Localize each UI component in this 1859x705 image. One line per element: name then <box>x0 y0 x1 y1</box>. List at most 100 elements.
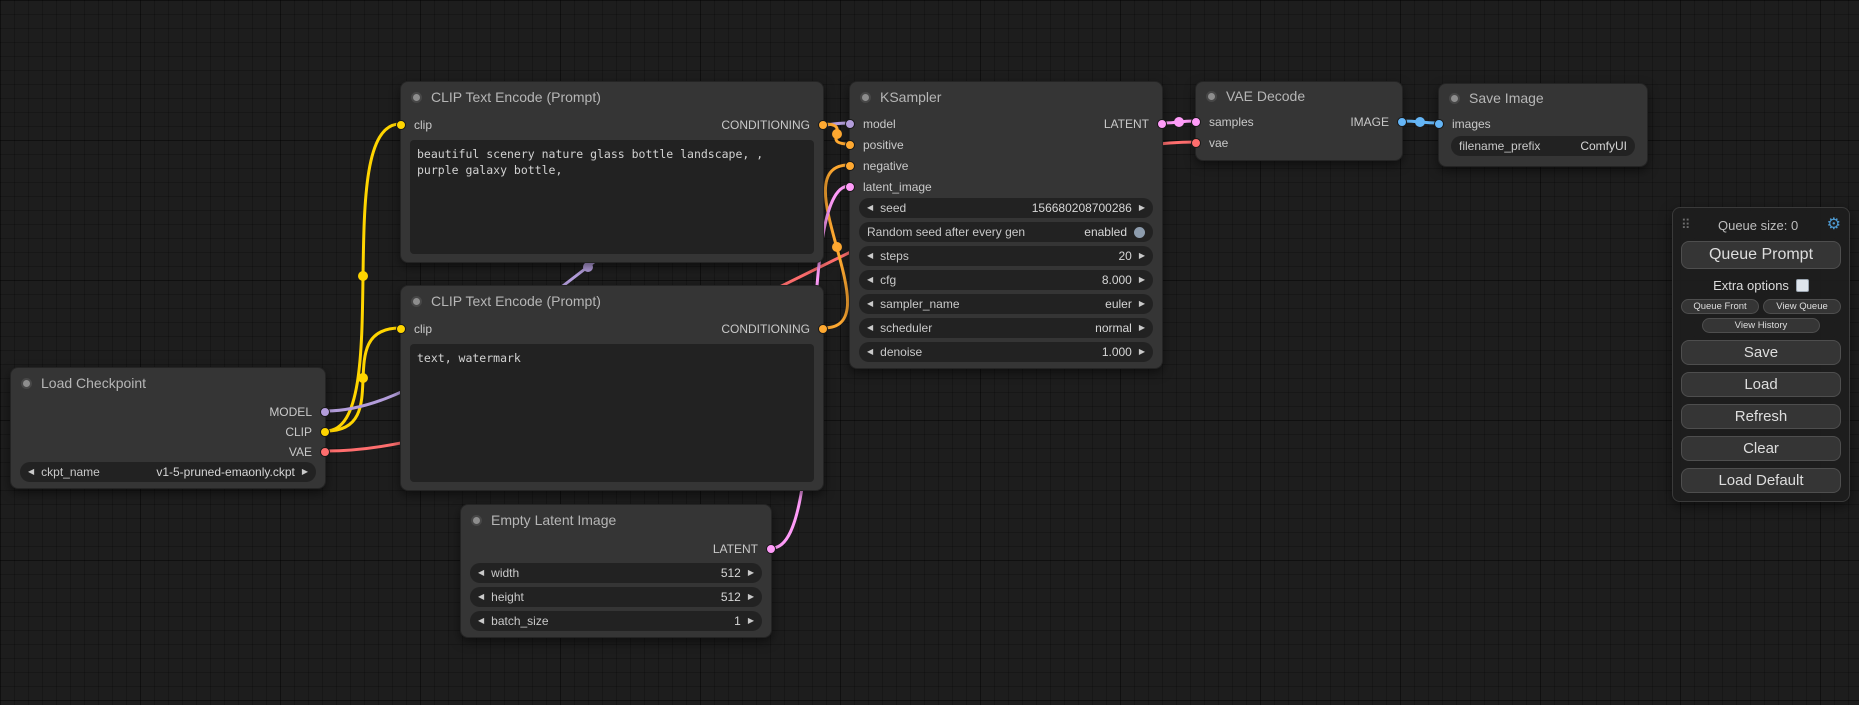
increment-arrow-icon[interactable]: ▶ <box>1139 348 1145 356</box>
node-save-image[interactable]: Save Image images filename_prefix ComfyU… <box>1438 83 1648 167</box>
node-ksampler[interactable]: KSampler model positive negative latent_… <box>849 81 1163 369</box>
ckpt-name-widget[interactable]: ◀ ckpt_name v1-5-pruned-emaonly.ckpt ▶ <box>20 462 316 482</box>
toggle-knob-icon[interactable] <box>1134 227 1145 238</box>
view-queue-button[interactable]: View Queue <box>1763 299 1841 314</box>
decrement-arrow-icon[interactable]: ◀ <box>28 468 34 476</box>
clip-input-port[interactable] <box>396 324 406 334</box>
image-output-port[interactable] <box>1397 117 1407 127</box>
queue-front-button[interactable]: Queue Front <box>1681 299 1759 314</box>
node-title-bar[interactable]: Empty Latent Image <box>461 505 771 535</box>
seed-widget[interactable]: ◀ seed 156680208700286 ▶ <box>859 198 1153 218</box>
decrement-arrow-icon[interactable]: ◀ <box>478 593 484 601</box>
negative-input-port[interactable] <box>845 161 855 171</box>
node-empty-latent-image[interactable]: Empty Latent Image LATENT ◀ width 512 ▶ … <box>460 504 772 638</box>
cfg-widget[interactable]: ◀ cfg 8.000 ▶ <box>859 270 1153 290</box>
node-title-bar[interactable]: VAE Decode <box>1196 82 1402 110</box>
decrement-arrow-icon[interactable]: ◀ <box>867 276 873 284</box>
node-title-bar[interactable]: Load Checkpoint <box>11 368 325 398</box>
collapse-dot-icon[interactable] <box>411 296 422 307</box>
view-history-button[interactable]: View History <box>1702 318 1820 333</box>
increment-arrow-icon[interactable]: ▶ <box>748 569 754 577</box>
latent-output-port[interactable] <box>766 544 776 554</box>
increment-arrow-icon[interactable]: ▶ <box>748 593 754 601</box>
conditioning-output-port[interactable] <box>818 120 828 130</box>
model-input-port[interactable] <box>845 119 855 129</box>
latent-output-port[interactable] <box>1157 119 1167 129</box>
increment-arrow-icon[interactable]: ▶ <box>1139 324 1145 332</box>
decrement-arrow-icon[interactable]: ◀ <box>867 204 873 212</box>
decrement-arrow-icon[interactable]: ◀ <box>867 324 873 332</box>
widget-name: filename_prefix <box>1459 139 1540 153</box>
increment-arrow-icon[interactable]: ▶ <box>1139 300 1145 308</box>
collapse-dot-icon[interactable] <box>1206 91 1217 102</box>
model-output-label: MODEL <box>269 405 312 419</box>
random-seed-toggle-widget[interactable]: Random seed after every gen enabled <box>859 222 1153 242</box>
samples-input-port[interactable] <box>1191 117 1201 127</box>
node-title: Save Image <box>1469 90 1544 106</box>
batch-size-widget[interactable]: ◀ batch_size 1 ▶ <box>470 611 762 631</box>
collapse-dot-icon[interactable] <box>1449 93 1460 104</box>
sampler-name-widget[interactable]: ◀ sampler_name euler ▶ <box>859 294 1153 314</box>
clip-input-label: clip <box>414 118 432 132</box>
decrement-arrow-icon[interactable]: ◀ <box>478 569 484 577</box>
clip-input-port[interactable] <box>396 120 406 130</box>
extra-options-checkbox[interactable] <box>1796 279 1809 292</box>
node-vae-decode[interactable]: VAE Decode samples vae IMAGE <box>1195 81 1403 161</box>
scheduler-widget[interactable]: ◀ scheduler normal ▶ <box>859 318 1153 338</box>
decrement-arrow-icon[interactable]: ◀ <box>867 348 873 356</box>
load-button[interactable]: Load <box>1681 372 1841 397</box>
widget-value: normal <box>939 321 1132 335</box>
increment-arrow-icon[interactable]: ▶ <box>1139 252 1145 260</box>
node-title-bar[interactable]: CLIP Text Encode (Prompt) <box>401 286 823 316</box>
queue-prompt-button[interactable]: Queue Prompt <box>1681 241 1841 269</box>
link-midpoint-dot <box>1415 117 1425 127</box>
node-title-bar[interactable]: KSampler <box>850 82 1162 112</box>
vae-input-port[interactable] <box>1191 138 1201 148</box>
node-clip-text-encode-positive[interactable]: CLIP Text Encode (Prompt) clip CONDITION… <box>400 81 824 263</box>
increment-arrow-icon[interactable]: ▶ <box>1139 276 1145 284</box>
save-button[interactable]: Save <box>1681 340 1841 365</box>
decrement-arrow-icon[interactable]: ◀ <box>478 617 484 625</box>
decrement-arrow-icon[interactable]: ◀ <box>867 252 873 260</box>
positive-input-port[interactable] <box>845 140 855 150</box>
node-clip-text-encode-negative[interactable]: CLIP Text Encode (Prompt) clip CONDITION… <box>400 285 824 491</box>
load-default-button[interactable]: Load Default <box>1681 468 1841 493</box>
collapse-dot-icon[interactable] <box>411 92 422 103</box>
widget-name: seed <box>880 201 906 215</box>
node-title-bar[interactable]: CLIP Text Encode (Prompt) <box>401 82 823 112</box>
model-output-port[interactable] <box>320 407 330 417</box>
drag-handle-icon[interactable]: ⠿ <box>1681 217 1690 233</box>
link-midpoint-dot <box>358 373 368 383</box>
increment-arrow-icon[interactable]: ▶ <box>302 468 308 476</box>
increment-arrow-icon[interactable]: ▶ <box>1139 204 1145 212</box>
clip-output-port[interactable] <box>320 427 330 437</box>
node-title-bar[interactable]: Save Image <box>1439 84 1647 112</box>
collapse-dot-icon[interactable] <box>471 515 482 526</box>
settings-gear-icon[interactable]: ⚙ <box>1827 217 1841 233</box>
vae-output-port[interactable] <box>320 447 330 457</box>
image-output-label: IMAGE <box>1350 115 1389 129</box>
link-midpoint-dot <box>1174 117 1184 127</box>
denoise-widget[interactable]: ◀ denoise 1.000 ▶ <box>859 342 1153 362</box>
graph-canvas[interactable]: Load Checkpoint MODEL CLIP VAE ◀ ckpt_na… <box>0 0 1859 705</box>
collapse-dot-icon[interactable] <box>860 92 871 103</box>
node-load-checkpoint[interactable]: Load Checkpoint MODEL CLIP VAE ◀ ckpt_na… <box>10 367 326 489</box>
collapse-dot-icon[interactable] <box>21 378 32 389</box>
clear-button[interactable]: Clear <box>1681 436 1841 461</box>
refresh-button[interactable]: Refresh <box>1681 404 1841 429</box>
extra-options-row: Extra options <box>1681 278 1841 293</box>
filename-prefix-widget[interactable]: filename_prefix ComfyUI <box>1451 136 1635 156</box>
decrement-arrow-icon[interactable]: ◀ <box>867 300 873 308</box>
steps-widget[interactable]: ◀ steps 20 ▶ <box>859 246 1153 266</box>
negative-prompt-textarea[interactable]: text, watermark <box>410 344 814 482</box>
height-widget[interactable]: ◀ height 512 ▶ <box>470 587 762 607</box>
latent-image-input-port[interactable] <box>845 182 855 192</box>
images-input-port[interactable] <box>1434 119 1444 129</box>
widget-name: width <box>491 566 519 580</box>
vae-output-label: VAE <box>289 445 312 459</box>
width-widget[interactable]: ◀ width 512 ▶ <box>470 563 762 583</box>
positive-prompt-textarea[interactable]: beautiful scenery nature glass bottle la… <box>410 140 814 254</box>
increment-arrow-icon[interactable]: ▶ <box>748 617 754 625</box>
conditioning-output-port[interactable] <box>818 324 828 334</box>
node-title: KSampler <box>880 89 941 105</box>
